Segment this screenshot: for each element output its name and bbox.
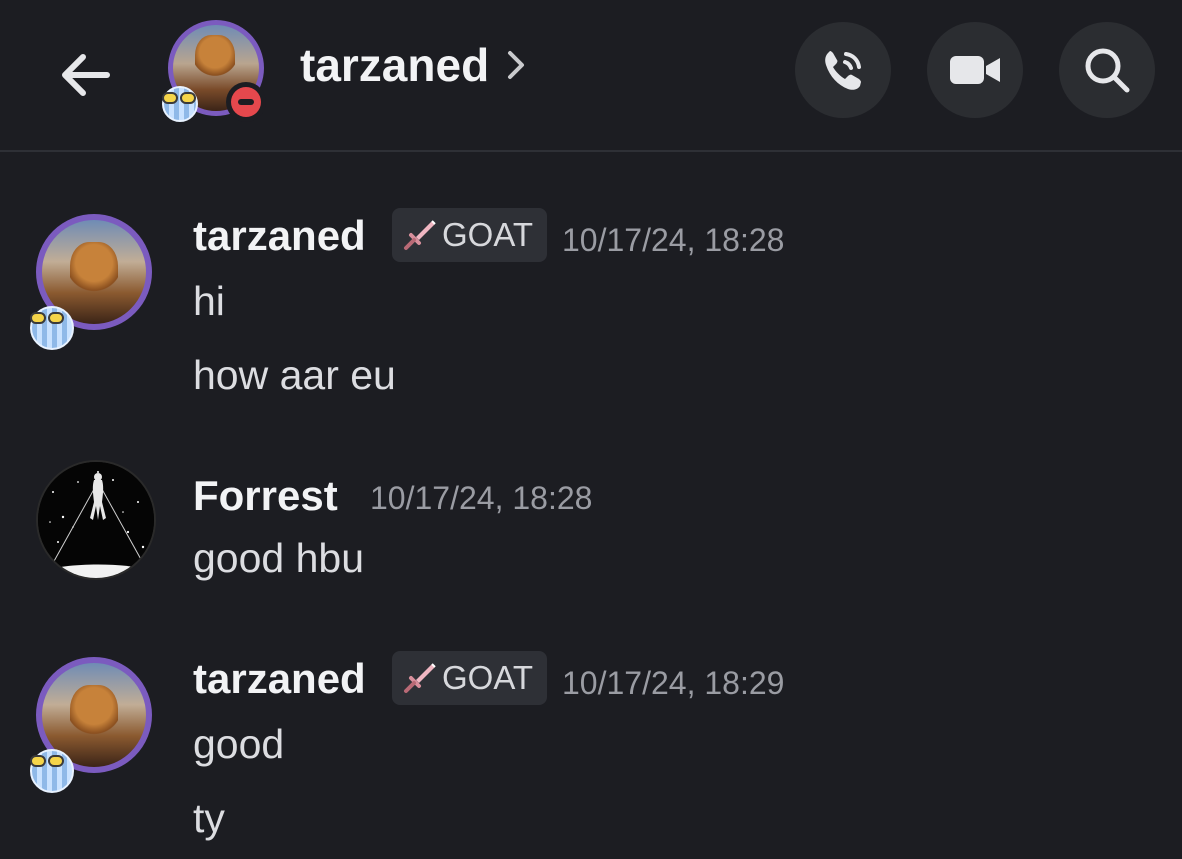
author-avatar[interactable] — [30, 653, 160, 793]
sword-icon — [404, 220, 436, 250]
voice-call-button[interactable] — [795, 22, 891, 118]
status-dnd-indicator — [226, 82, 266, 122]
sword-icon — [404, 663, 436, 693]
badge-label: GOAT — [442, 216, 534, 253]
message-group: tarzaned GOAT 10/17/24, 18:28 hi how aar… — [0, 200, 1182, 410]
avatar-decoration-glasses — [162, 92, 196, 104]
message-text[interactable]: good hbu — [193, 535, 364, 582]
message-text[interactable]: hi — [193, 278, 225, 325]
message-timestamp: 10/17/24, 18:29 — [562, 665, 785, 701]
author-avatar[interactable] — [30, 210, 160, 350]
forrest-avatar-art — [38, 462, 154, 578]
message-text[interactable]: ty — [193, 795, 225, 842]
badge-label: GOAT — [442, 659, 534, 696]
message-group: tarzaned GOAT 10/17/24, 18:29 good ty — [0, 643, 1182, 859]
video-call-button[interactable] — [927, 22, 1023, 118]
message-group: Forrest 10/17/24, 18:28 good hbu — [0, 460, 1182, 600]
search-icon — [1085, 48, 1130, 93]
author-name[interactable]: tarzaned — [193, 212, 366, 260]
author-name[interactable]: Forrest — [193, 472, 338, 520]
search-button[interactable] — [1059, 22, 1155, 118]
chat-title-text: tarzaned — [300, 39, 490, 91]
chevron-right-icon — [508, 51, 525, 79]
video-camera-icon — [950, 56, 1000, 84]
chat-header: tarzaned — [0, 0, 1182, 152]
author-name[interactable]: tarzaned — [193, 655, 366, 703]
message-text[interactable]: good — [193, 721, 284, 768]
avatar-image — [36, 460, 156, 580]
author-avatar[interactable] — [30, 460, 160, 590]
header-avatar[interactable] — [160, 16, 270, 126]
back-arrow-icon — [62, 54, 110, 96]
dnd-icon — [231, 87, 261, 117]
message-timestamp: 10/17/24, 18:28 — [562, 222, 785, 258]
role-badge[interactable]: GOAT — [392, 208, 548, 262]
back-button[interactable] — [50, 40, 120, 110]
avatar-decoration-glasses — [30, 755, 64, 767]
voice-call-icon — [825, 51, 861, 90]
chat-title[interactable]: tarzaned — [300, 38, 525, 92]
role-badge[interactable]: GOAT — [392, 651, 548, 705]
message-timestamp: 10/17/24, 18:28 — [370, 480, 593, 516]
message-text[interactable]: how aar eu — [193, 352, 396, 399]
avatar-decoration-glasses — [30, 312, 64, 324]
